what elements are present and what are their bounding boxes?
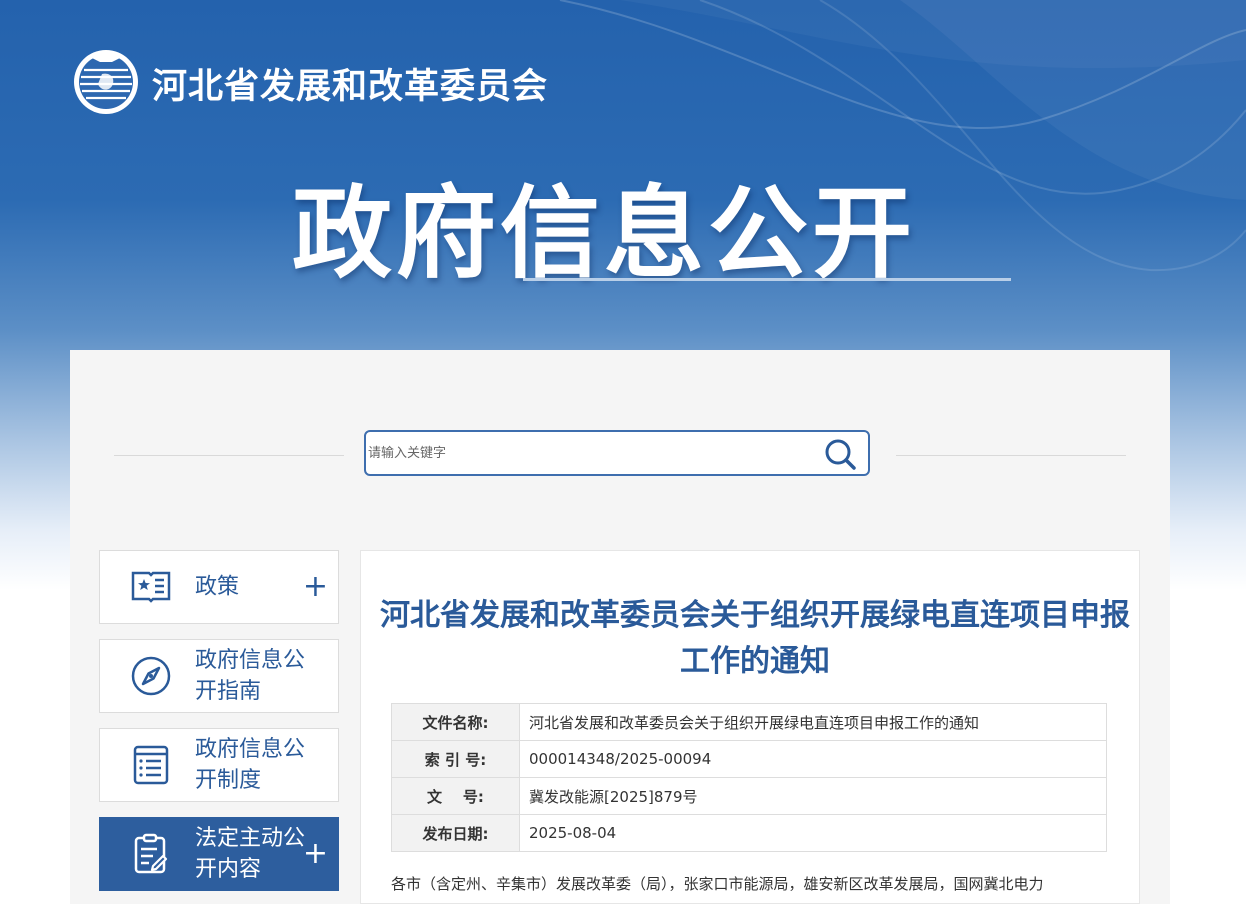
hero-divider [523,278,1011,281]
table-row: 文件名称: 河北省发展和改革委员会关于组织开展绿电直连项目申报工作的通知 [391,703,1107,741]
sidebar-item-disclosure-system[interactable]: 政府信息公开制度 [99,728,339,802]
policy-book-icon [129,565,173,609]
search-button[interactable] [824,438,858,470]
search-divider-left [114,455,344,456]
sidebar-item-label: 政府信息公开制度 [195,737,306,793]
org-logo[interactable] [72,48,140,116]
sidebar-item-label: 法定主动公开内容 [195,826,306,882]
search-box [364,430,870,476]
table-row: 文 号: 冀发改能源[2025]879号 [391,777,1107,815]
search-icon [825,439,856,470]
meta-key: 文 号: [391,777,520,815]
meta-key: 文件名称: [391,703,520,741]
search-input[interactable] [366,432,808,474]
sidebar-item-statutory-disclosure[interactable]: 法定主动公开内容 + [99,817,339,891]
sidebar-item-disclosure-guide[interactable]: 政府信息公开指南 [99,639,339,713]
meta-key: 发布日期: [391,814,520,852]
meta-value: 冀发改能源[2025]879号 [519,777,1107,815]
meta-value: 2025-08-04 [519,814,1107,852]
meta-key: 索 引 号: [391,740,520,778]
sidebar-item-label: 政策 [195,574,240,600]
table-row: 发布日期: 2025-08-04 [391,814,1107,852]
hero-title: 政府信息公开 [292,175,916,292]
sidebar-item-label: 政府信息公开指南 [195,648,306,704]
main-panel: 政策 + 政府信息公开指南 [70,350,1170,904]
search-divider-right [896,455,1126,456]
expand-plus-icon[interactable]: + [303,572,328,602]
document-list-icon [129,743,173,787]
table-row: 索 引 号: 000014348/2025-00094 [391,740,1107,778]
org-name[interactable]: 河北省发展和改革委员会 [152,58,548,109]
expand-plus-icon[interactable]: + [303,839,328,869]
metadata-table: 文件名称: 河北省发展和改革委员会关于组织开展绿电直连项目申报工作的通知 索 引… [391,703,1107,852]
meta-value: 000014348/2025-00094 [519,740,1107,778]
meta-value: 河北省发展和改革委员会关于组织开展绿电直连项目申报工作的通知 [519,703,1107,741]
sidebar-item-policy[interactable]: 政策 + [99,550,339,624]
edit-document-icon [129,832,173,876]
article-body: 各市（含定州、辛集市）发展改革委（局），张家口市能源局，雄安新区改革发展局，国网… [391,875,1044,893]
article-content: 河北省发展和改革委员会关于组织开展绿电直连项目申报工作的通知 文件名称: 河北省… [360,550,1140,904]
article-title: 河北省发展和改革委员会关于组织开展绿电直连项目申报工作的通知 [380,598,1130,679]
compass-icon [129,654,173,698]
